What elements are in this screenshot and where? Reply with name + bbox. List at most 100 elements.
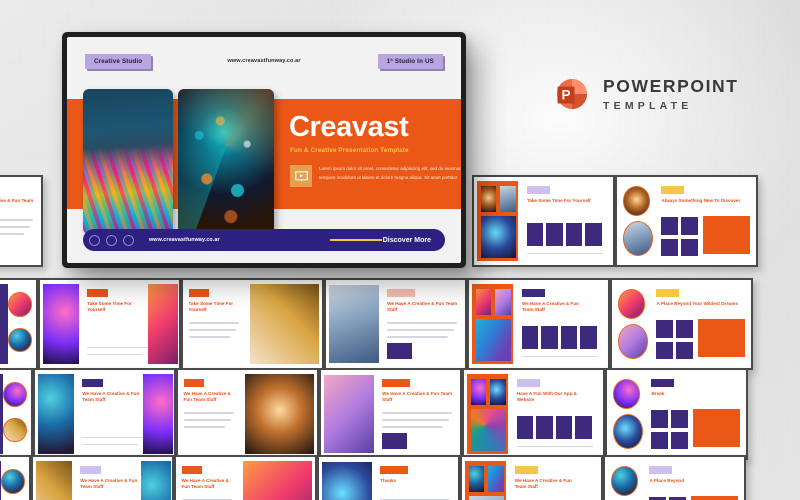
slide-block [8, 292, 32, 317]
slide-thumbnail[interactable]: Take Some Time For Yourself [38, 278, 181, 370]
slide-block [3, 417, 27, 443]
slide-block [675, 320, 693, 339]
slide-thumbnail[interactable]: We Have A Creative & Fun Team Staff [319, 368, 462, 460]
hero-photo-bokeh [178, 89, 274, 234]
slide-block [244, 373, 315, 455]
slide-thumbnail[interactable]: Take Some Time For Yourself [181, 278, 324, 370]
slide-block [617, 288, 646, 319]
text-line [382, 419, 449, 421]
slide-block [242, 460, 313, 500]
slide-content: We Have A Creative & Fun Team Staff [0, 177, 41, 265]
slide-block [82, 378, 104, 387]
slide-heading: Always Something New To Discover [661, 198, 741, 204]
slide-thumbnail[interactable]: Take Some Time For Yourself [472, 175, 615, 267]
slide-heading: We Have A Creative & Fun Team Staff [82, 391, 140, 403]
slide-content: We Have A Creative & Fun Team Staff [178, 370, 317, 458]
hero-slide-screen: Creative Studio www.creavastfunway.co.ar… [67, 37, 461, 263]
text-line [382, 426, 444, 428]
slide-heading: We Have A Creative & Fun Team Staff [183, 391, 231, 403]
slide-block [536, 415, 553, 439]
presentation-screen-icon [290, 165, 312, 187]
slide-heading: Take Some Time For Yourself [188, 301, 234, 313]
slide-block [183, 378, 205, 387]
slide-block [8, 327, 32, 353]
slide-content: We Have A Creative & Fun Team Staff [469, 280, 608, 368]
slide-block [37, 373, 74, 455]
slide-thumbnail[interactable]: We Have A Creative & Fun Team Staff [467, 278, 610, 370]
slide-thumbnail[interactable]: We Have A Creative & Fun Team Staff [0, 175, 43, 267]
slide-thumbnail[interactable]: We Have A Creative & Fun Team Staff [460, 455, 603, 500]
powerpoint-title: POWERPOINT [603, 76, 739, 96]
slide-heading: Have A Fun With Our App & Website [516, 391, 577, 403]
slide-block [622, 185, 651, 216]
slide-block [323, 375, 374, 453]
hero-title: Creavast [289, 111, 409, 143]
slide-content: A Place Beyond Your Wildest Dreams [612, 280, 751, 368]
hero-bottom-bar: www.creavastfunway.co.ar Discover More [83, 229, 445, 251]
hero-bar-url: www.creavastfunway.co.ar [149, 237, 220, 243]
slide-block [475, 288, 492, 316]
text-line [387, 322, 457, 324]
slide-heading: We Have A Creative & Fun Team Staff [0, 198, 34, 204]
slide-content: Break [607, 370, 746, 458]
slide-block [80, 465, 102, 474]
text-line [526, 252, 604, 255]
slide-block [382, 433, 408, 450]
slide-block [475, 318, 511, 361]
slide-block [656, 341, 674, 360]
slide-block [0, 283, 9, 365]
slide-block [661, 185, 684, 194]
slide-heading: We Have A Creative & Fun Team Staff [514, 478, 572, 490]
text-line [387, 336, 449, 338]
slide-block [514, 465, 539, 474]
slide-block [470, 378, 487, 406]
text-line [82, 443, 138, 446]
slide-block [585, 222, 602, 246]
slide-block [500, 185, 516, 213]
slide-thumbnail[interactable]: We Have A Creative & Fun Team Staff [324, 278, 467, 370]
text-line [0, 233, 25, 235]
slide-thumbnail[interactable]: A Place Beyond [603, 455, 746, 500]
presentation-mockup-scene: We Have A Creative & Fun Team Staff Take … [0, 0, 800, 500]
slide-block [622, 221, 654, 257]
slide-thumbnail[interactable]: Thanks [317, 455, 460, 500]
slide-thumbnail[interactable]: Have A Fun With Our App & Website [462, 368, 605, 460]
slide-content: Thanks [319, 457, 458, 500]
slide-thumbnail[interactable]: We Have A Creative & Fun Team Staff [31, 455, 174, 500]
slide-block [468, 495, 504, 500]
studio-rank-badge[interactable]: 1ª Studio In US [377, 54, 443, 69]
slide-thumbnail[interactable]: We Have A Creative & Fun Team Staff [176, 368, 319, 460]
slide-block [480, 215, 516, 258]
slide-block [680, 217, 698, 236]
slide-block [649, 465, 672, 474]
slide-block [612, 378, 641, 409]
text-line [0, 219, 33, 221]
slide-heading: We Have A Creative & Fun Team Staff [382, 391, 453, 403]
slide-block [680, 238, 698, 257]
slide-block [495, 288, 511, 316]
slide-block [675, 341, 693, 360]
slide-thumbnail[interactable]: We Have A Creative & Fun Team Staff [33, 368, 176, 460]
slide-thumbnail[interactable]: Take Some Time For Yourself [0, 368, 33, 460]
text-line [183, 412, 234, 414]
text-line [183, 426, 226, 428]
slide-block [87, 288, 109, 297]
slide-block [521, 325, 539, 349]
slide-thumbnail[interactable]: A Place Beyond Your Wildest Dreams [610, 278, 753, 370]
slide-thumbnail[interactable]: Always Something New To Discover [615, 175, 758, 267]
slide-block [651, 378, 674, 387]
slide-block [526, 222, 544, 246]
slide-content: A Place Beyond Your Wildest Dreams [0, 457, 29, 500]
slide-thumbnail[interactable]: We Have A Creative & Fun Team Staff [174, 455, 317, 500]
hero-body-text: Lorem ipsum dolor sit amet, consectetur … [319, 166, 461, 180]
slide-thumbnail[interactable]: A Place Beyond Your Wildest Dreams [0, 455, 31, 500]
discover-more-button[interactable]: Discover More [383, 237, 431, 244]
slide-block [575, 415, 592, 439]
slide-block [560, 325, 578, 349]
slide-thumbnail[interactable]: Break [605, 368, 748, 460]
slide-heading: Break [651, 391, 665, 397]
slide-thumbnail[interactable]: Have A Connection Company [0, 278, 38, 370]
slide-heading: We Have A Creative & Fun Team Staff [80, 478, 138, 490]
text-line [387, 329, 454, 331]
text-line [188, 329, 236, 331]
